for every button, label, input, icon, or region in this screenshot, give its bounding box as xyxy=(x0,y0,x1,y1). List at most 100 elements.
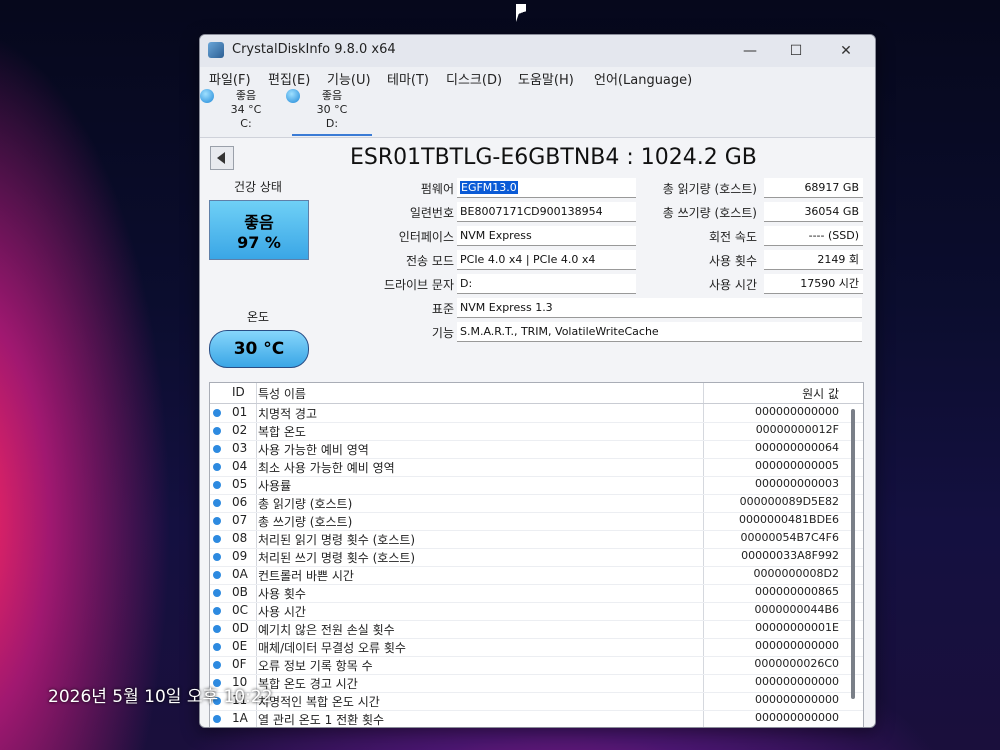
vertical-scrollbar[interactable] xyxy=(851,409,855,699)
status-dot-icon xyxy=(213,445,221,453)
attribute-id: 0A xyxy=(232,567,248,581)
attribute-raw-value: 000000000064 xyxy=(755,441,839,454)
drive-letter-field[interactable]: D: xyxy=(457,274,636,294)
attribute-id: 0D xyxy=(232,621,249,635)
status-dot-icon xyxy=(286,89,300,103)
attribute-raw-value: 000000000000 xyxy=(755,639,839,652)
interface-label: 인터페이스 xyxy=(398,230,454,244)
menu-disk[interactable]: 디스크(D) xyxy=(446,69,502,88)
attribute-raw-value: 000000000003 xyxy=(755,477,839,490)
firmware-field[interactable]: EGFM13.0 xyxy=(457,178,636,198)
attribute-name: 최소 사용 가능한 예비 영역 xyxy=(258,461,395,475)
table-row[interactable]: 05 사용률 000000000003 xyxy=(210,476,863,495)
attribute-raw-value: 000000000000 xyxy=(755,693,839,706)
header-raw-value[interactable]: 원시 값 xyxy=(802,385,839,402)
host-writes-label: 총 쓰기량 (호스트) xyxy=(662,206,757,220)
attribute-id: 1A xyxy=(232,711,248,725)
attribute-name: 치명적인 복합 온도 시간 xyxy=(258,695,380,709)
smart-attributes-table[interactable]: ID 특성 이름 원시 값 01 치명적 경고 000000000000 02 복합 온… xyxy=(209,382,864,727)
drive-tabs: 좋음 34 °C C: 좋음 30 °C D: xyxy=(200,89,875,138)
power-on-count-label: 사용 횟수 xyxy=(709,254,757,268)
power-on-hours-field[interactable]: 17590 시간 xyxy=(764,274,863,294)
drive-tab-c[interactable]: 좋음 34 °C C: xyxy=(200,89,286,137)
attribute-name: 열 관리 온도 1 전환 횟수 xyxy=(258,713,385,727)
status-dot-icon xyxy=(213,427,221,435)
attribute-name: 사용률 xyxy=(258,479,292,493)
table-row[interactable]: 1A 열 관리 온도 1 전환 횟수 000000000000 xyxy=(210,710,863,727)
health-status-badge[interactable]: 좋음 97 % xyxy=(209,200,309,260)
host-reads-label: 총 읽기량 (호스트) xyxy=(662,182,757,196)
table-row[interactable]: 03 사용 가능한 예비 영역 000000000064 xyxy=(210,440,863,459)
menu-function[interactable]: 기능(U) xyxy=(327,69,371,88)
interface-field[interactable]: NVM Express xyxy=(457,226,636,246)
header-attribute-name[interactable]: 특성 이름 xyxy=(258,385,306,402)
attribute-raw-value: 000000000865 xyxy=(755,585,839,598)
drive-letter-label: 드라이브 문자 xyxy=(383,278,454,292)
table-row[interactable]: 0C 사용 시간 0000000044B6 xyxy=(210,602,863,621)
status-dot-icon xyxy=(213,499,221,507)
attribute-id: 0E xyxy=(232,639,248,653)
attribute-raw-value: 00000033A8F992 xyxy=(741,549,839,562)
table-row[interactable]: 0D 예기치 않은 전원 손실 횟수 00000000001E xyxy=(210,620,863,639)
table-row[interactable]: 0A 컨트롤러 바쁜 시간 0000000008D2 xyxy=(210,566,863,585)
rotation-label: 회전 속도 xyxy=(709,230,757,244)
status-dot-icon xyxy=(213,553,221,561)
table-row[interactable]: 02 복합 온도 00000000012F xyxy=(210,422,863,441)
attribute-name: 오류 정보 기록 항목 수 xyxy=(258,659,373,673)
table-row[interactable]: 08 처리된 읽기 명령 횟수 (호스트) 00000054B7C4F6 xyxy=(210,530,863,549)
status-dot-icon xyxy=(213,463,221,471)
status-dot-icon xyxy=(213,409,221,417)
transfer-mode-label: 전송 모드 xyxy=(406,254,454,268)
table-row[interactable]: 0F 오류 정보 기록 항목 수 0000000026C0 xyxy=(210,656,863,675)
status-dot-icon xyxy=(213,535,221,543)
host-writes-field[interactable]: 36054 GB xyxy=(764,202,863,222)
attribute-name: 컨트롤러 바쁜 시간 xyxy=(258,569,354,583)
attribute-raw-value: 0000000044B6 xyxy=(754,603,839,616)
menu-bar: 파일(F) 편집(E) 기능(U) 테마(T) 디스크(D) 도움말(H) 언어… xyxy=(200,67,875,89)
table-row[interactable]: 04 최소 사용 가능한 예비 영역 000000000005 xyxy=(210,458,863,477)
menu-file[interactable]: 파일(F) xyxy=(209,69,251,88)
attribute-raw-value: 0000000026C0 xyxy=(754,657,839,670)
table-row[interactable]: 10 복합 온도 경고 시간 000000000000 xyxy=(210,674,863,693)
disk-model-title: ESR01TBTLG-E6GBTNB4 : 1024.2 GB xyxy=(350,145,757,170)
status-dot-icon xyxy=(213,517,221,525)
attribute-raw-value: 000000089D5E82 xyxy=(739,495,839,508)
features-field[interactable]: S.M.A.R.T., TRIM, VolatileWriteCache xyxy=(457,322,862,342)
power-on-count-field[interactable]: 2149 회 xyxy=(764,250,863,270)
crystaldiskinfo-window: CrystalDiskInfo 9.8.0 x64 — ☐ ✕ 파일(F) 편집… xyxy=(199,34,876,728)
attribute-raw-value: 000000000000 xyxy=(755,675,839,688)
table-row[interactable]: 11 치명적인 복합 온도 시간 000000000000 xyxy=(210,692,863,711)
temperature-badge[interactable]: 30 °C xyxy=(209,330,309,368)
disk-info-panel: ESR01TBTLG-E6GBTNB4 : 1024.2 GB 건강 상태 좋음… xyxy=(200,138,875,727)
serial-field[interactable]: BE8007171CD900138954 xyxy=(457,202,636,222)
standard-field[interactable]: NVM Express 1.3 xyxy=(457,298,862,318)
table-row[interactable]: 0B 사용 횟수 000000000865 xyxy=(210,584,863,603)
minimize-button[interactable]: — xyxy=(727,37,773,65)
menu-help[interactable]: 도움말(H) xyxy=(518,69,574,88)
rotation-field[interactable]: ---- (SSD) xyxy=(764,226,863,246)
mouse-pointer-icon xyxy=(516,4,528,22)
menu-theme[interactable]: 테마(T) xyxy=(387,69,429,88)
attribute-raw-value: 000000000000 xyxy=(755,405,839,418)
table-row[interactable]: 0E 매체/데이터 무결성 오류 횟수 000000000000 xyxy=(210,638,863,657)
table-row[interactable]: 06 총 읽기량 (호스트) 000000089D5E82 xyxy=(210,494,863,513)
transfer-mode-field[interactable]: PCIe 4.0 x4 | PCIe 4.0 x4 xyxy=(457,250,636,270)
features-label: 기능 xyxy=(431,326,454,340)
host-reads-field[interactable]: 68917 GB xyxy=(764,178,863,198)
attribute-name: 매체/데이터 무결성 오류 횟수 xyxy=(258,641,406,655)
attribute-raw-value: 00000000001E xyxy=(755,621,839,634)
drive-tab-d[interactable]: 좋음 30 °C D: xyxy=(286,89,372,137)
previous-disk-button[interactable] xyxy=(210,146,234,170)
photo-timestamp-overlay: 2026년 5월 10일 오후 10:22 xyxy=(48,687,273,707)
header-id[interactable]: ID xyxy=(232,385,245,399)
table-row[interactable]: 01 치명적 경고 000000000000 xyxy=(210,404,863,423)
status-dot-icon xyxy=(213,571,221,579)
menu-language[interactable]: 언어(Language) xyxy=(594,69,692,88)
close-button[interactable]: ✕ xyxy=(823,37,869,65)
attribute-name: 사용 횟수 xyxy=(258,587,306,601)
table-row[interactable]: 07 총 쓰기량 (호스트) 0000000481BDE6 xyxy=(210,512,863,531)
table-row[interactable]: 09 처리된 쓰기 명령 횟수 (호스트) 00000033A8F992 xyxy=(210,548,863,567)
maximize-button[interactable]: ☐ xyxy=(773,37,819,65)
serial-label: 일련번호 xyxy=(409,206,454,220)
menu-edit[interactable]: 편집(E) xyxy=(268,69,310,88)
